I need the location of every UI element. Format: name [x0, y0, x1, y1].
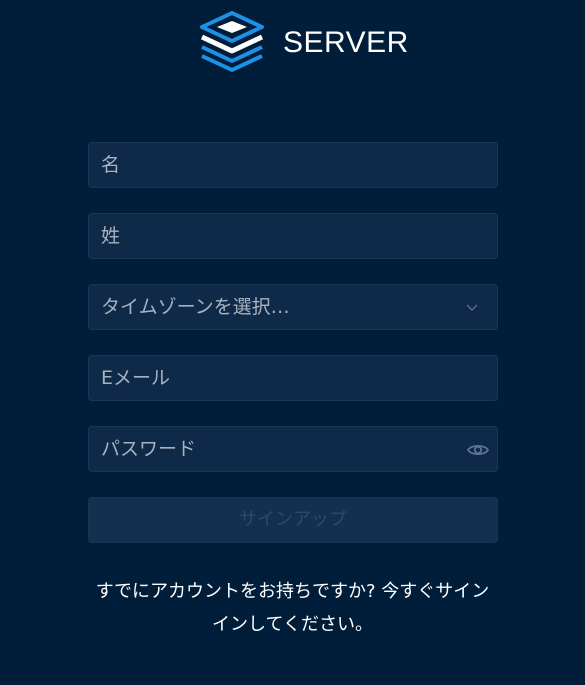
signup-button[interactable]: サインアップ	[88, 497, 498, 543]
password-input[interactable]	[89, 427, 497, 471]
timezone-select[interactable]: タイムゾーンを選択…	[88, 284, 498, 330]
layered-stack-icon	[200, 11, 264, 72]
email-field-wrapper	[88, 355, 498, 401]
signin-prompt-link[interactable]: すでにアカウントをお持ちですか? 今すぐサインインしてください。	[90, 575, 495, 641]
brand-header: SERVER	[199, 10, 409, 76]
chevron-down-icon	[466, 304, 478, 312]
first-name-field-wrapper	[88, 142, 498, 188]
email-input[interactable]	[89, 356, 497, 400]
last-name-field-wrapper	[88, 213, 498, 259]
signup-form: タイムゾーンを選択… サインアップ	[88, 142, 498, 543]
first-name-input[interactable]	[89, 143, 497, 187]
password-field-wrapper	[88, 426, 498, 472]
brand-name: SERVER	[283, 26, 409, 59]
timezone-select-value: タイムゾーンを選択…	[101, 296, 290, 318]
eye-icon[interactable]	[466, 438, 490, 462]
last-name-input[interactable]	[89, 214, 497, 258]
